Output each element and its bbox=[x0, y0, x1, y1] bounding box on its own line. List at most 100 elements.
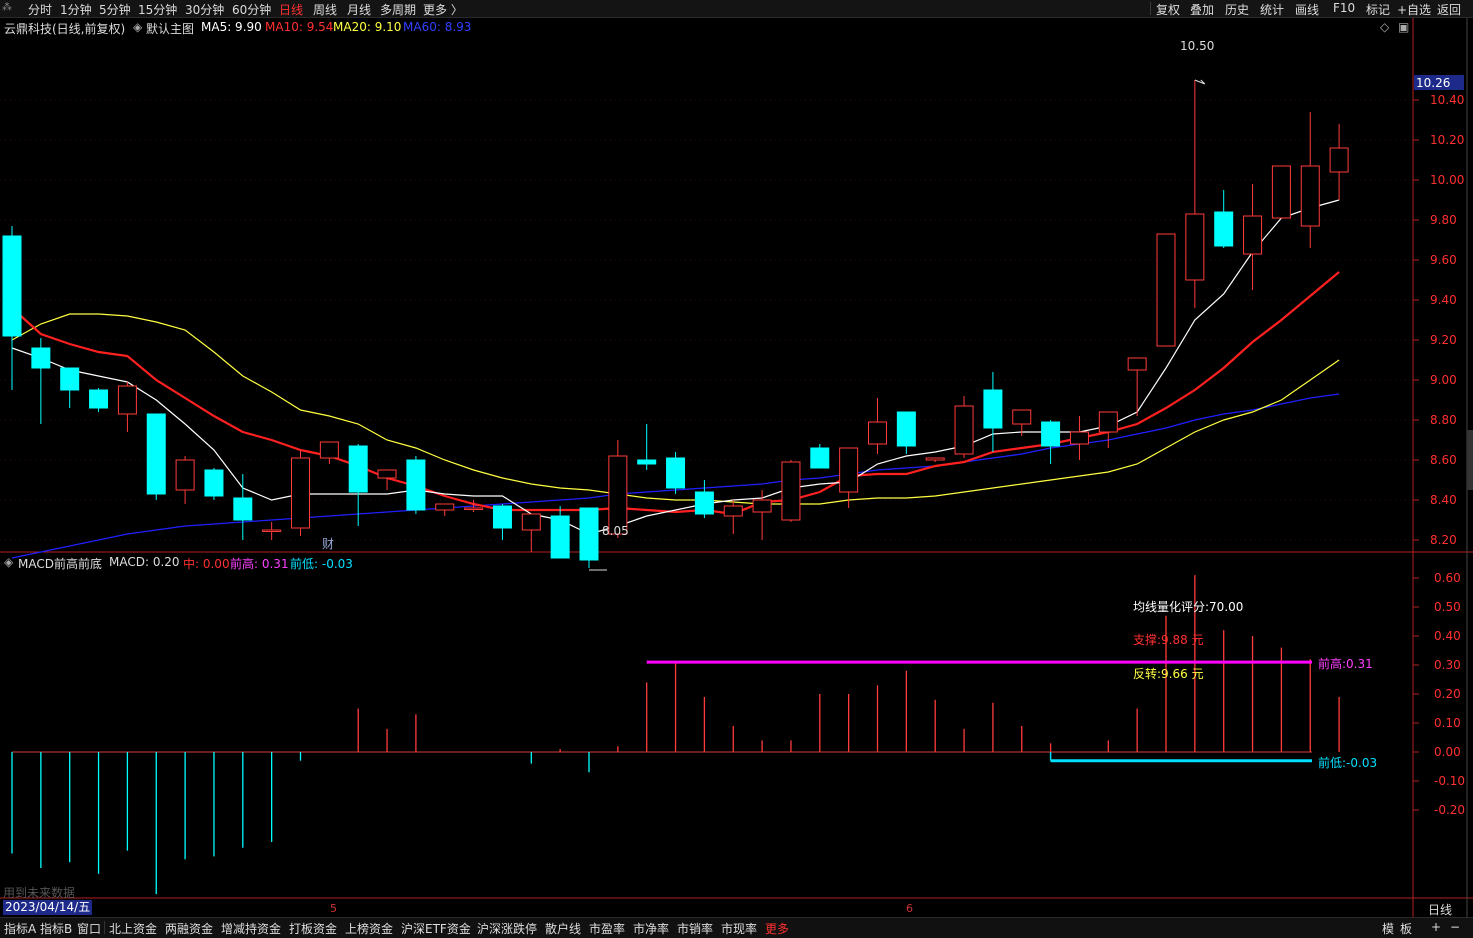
candle-up[interactable] bbox=[839, 447, 859, 493]
candle-down[interactable] bbox=[406, 459, 426, 511]
macd-ytick-label: 0.30 bbox=[1434, 658, 1461, 672]
macd-ytick-label: 0.10 bbox=[1434, 716, 1461, 730]
tab-indicator-b[interactable]: 指标B bbox=[40, 920, 72, 937]
template-button[interactable]: 模 bbox=[1382, 920, 1394, 937]
tab-indicator-a[interactable]: 指标A bbox=[4, 920, 36, 937]
macd-ytick-label: -0.10 bbox=[1434, 774, 1465, 788]
candle-down[interactable] bbox=[550, 515, 570, 559]
high-price-label: 10.50 bbox=[1180, 39, 1214, 53]
main-ytick-label: 10.40 bbox=[1430, 93, 1464, 107]
candle-up[interactable] bbox=[1243, 215, 1263, 255]
candle-down[interactable] bbox=[1041, 421, 1061, 447]
macd-ytick-label: 0.20 bbox=[1434, 687, 1461, 701]
candle-up[interactable] bbox=[1012, 409, 1032, 425]
candle-up[interactable] bbox=[464, 507, 484, 510]
candle-down[interactable] bbox=[492, 505, 512, 529]
candle-up[interactable] bbox=[723, 505, 743, 517]
tab-separator bbox=[104, 921, 105, 934]
current-price-label: 10.26 bbox=[1416, 76, 1450, 90]
tab-pb[interactable]: 市净率 bbox=[633, 920, 669, 937]
prev-high-label: 前高:0.31 bbox=[1318, 656, 1373, 671]
candle-up[interactable] bbox=[1329, 147, 1349, 173]
candle-down[interactable] bbox=[60, 367, 80, 391]
candle-up[interactable] bbox=[752, 499, 772, 513]
candle-down[interactable] bbox=[810, 447, 830, 469]
candle-up[interactable] bbox=[319, 441, 339, 459]
future-data-hint: 用到未来数据 bbox=[3, 886, 76, 900]
candle-down[interactable] bbox=[31, 347, 51, 369]
kline-chart[interactable]: 8.20 8.40 8.60 8.80 9.00 9.20 9.40 9.60 9.80 10.0… bbox=[0, 0, 1473, 917]
candle-up[interactable] bbox=[262, 529, 282, 532]
tab-pcf[interactable]: 市现率 bbox=[721, 920, 757, 937]
candle-down[interactable] bbox=[233, 497, 253, 521]
macd-ytick-label: 0.60 bbox=[1434, 571, 1461, 585]
tab-billboard[interactable]: 上榜资金 bbox=[345, 920, 393, 937]
main-ytick-label: 8.20 bbox=[1430, 533, 1457, 547]
candle-up[interactable] bbox=[868, 421, 887, 445]
candle-down[interactable] bbox=[2, 235, 22, 337]
macd-ytick-label: -0.20 bbox=[1434, 803, 1465, 817]
score-label: 均线量化评分:70.00 bbox=[1133, 600, 1243, 614]
month-mark-5: 5 bbox=[330, 902, 337, 915]
main-ytick-label: 9.40 bbox=[1430, 293, 1457, 307]
candle-up[interactable] bbox=[608, 455, 628, 535]
tab-limit-funds[interactable]: 打板资金 bbox=[289, 920, 337, 937]
main-ytick-label: 9.60 bbox=[1430, 253, 1457, 267]
zoom-in-button[interactable]: + bbox=[1431, 920, 1441, 934]
candle-up[interactable] bbox=[175, 459, 195, 491]
tab-ps[interactable]: 市销率 bbox=[677, 920, 713, 937]
candle-down[interactable] bbox=[1214, 211, 1234, 247]
candle-up[interactable] bbox=[521, 513, 541, 531]
candle-up[interactable] bbox=[291, 457, 310, 529]
candle-down[interactable] bbox=[666, 457, 686, 489]
period-indicator[interactable]: 日线 bbox=[1428, 901, 1452, 918]
reversal-label: 反转:9.66 元 bbox=[1133, 666, 1204, 681]
main-ytick-label: 10.20 bbox=[1430, 133, 1464, 147]
candle-up[interactable] bbox=[1156, 233, 1176, 347]
candle-up[interactable] bbox=[925, 457, 945, 461]
tab-holding-change[interactable]: 增减持资金 bbox=[221, 920, 281, 937]
board-button[interactable]: 板 bbox=[1400, 920, 1412, 937]
candle-down[interactable] bbox=[637, 459, 657, 465]
current-date: 2023/04/14/五 bbox=[3, 900, 93, 915]
candle-down[interactable] bbox=[579, 507, 599, 561]
main-ytick-label: 10.00 bbox=[1430, 173, 1464, 187]
macd-ytick-label: 0.00 bbox=[1434, 745, 1461, 759]
tab-etf[interactable]: 沪深ETF资金 bbox=[401, 920, 471, 937]
candle-up[interactable] bbox=[781, 461, 801, 521]
candle-down[interactable] bbox=[146, 413, 166, 495]
tab-northbound[interactable]: 北上资金 bbox=[109, 920, 157, 937]
candle-up[interactable] bbox=[954, 405, 974, 455]
candle-up[interactable] bbox=[1185, 213, 1205, 281]
tab-pe[interactable]: 市盈率 bbox=[589, 920, 625, 937]
macd-ytick-label: 0.40 bbox=[1434, 629, 1461, 643]
tab-limit-updown[interactable]: 沪深涨跌停 bbox=[477, 920, 537, 937]
indicator-tab-bar: 指标A 指标B 窗口 北上资金 两融资金 增减持资金 打板资金 上榜资金 沪深E… bbox=[0, 917, 1473, 938]
candle-up[interactable] bbox=[377, 469, 397, 479]
main-ytick-label: 8.60 bbox=[1430, 453, 1457, 467]
candle-up[interactable] bbox=[1069, 431, 1089, 445]
tab-window[interactable]: 窗口 bbox=[77, 920, 101, 937]
tab-retail-line[interactable]: 散户线 bbox=[545, 920, 581, 937]
high-arrow-icon bbox=[1194, 79, 1206, 85]
candle-up[interactable] bbox=[1127, 357, 1147, 371]
support-label: 支撑:9.88 元 bbox=[1133, 632, 1204, 647]
candle-down[interactable] bbox=[204, 469, 224, 497]
low-price-label: 8.05 bbox=[602, 524, 629, 538]
month-mark-6: 6 bbox=[906, 902, 913, 915]
candle-down[interactable] bbox=[694, 491, 714, 515]
candle-down[interactable] bbox=[348, 445, 368, 493]
finance-marker[interactable]: 财 bbox=[322, 537, 334, 551]
tab-margin[interactable]: 两融资金 bbox=[165, 920, 213, 937]
zoom-out-button[interactable]: − bbox=[1450, 920, 1460, 934]
candle-down[interactable] bbox=[983, 389, 1003, 429]
candle-up[interactable] bbox=[1271, 165, 1291, 219]
candle-down[interactable] bbox=[89, 389, 109, 409]
candle-down[interactable] bbox=[896, 411, 916, 447]
candle-up[interactable] bbox=[1300, 165, 1320, 227]
candle-up[interactable] bbox=[1098, 411, 1118, 433]
candle-up[interactable] bbox=[117, 385, 137, 415]
candle-up[interactable] bbox=[435, 503, 455, 511]
main-ytick-label: 9.00 bbox=[1430, 373, 1457, 387]
tab-more[interactable]: 更多 bbox=[765, 920, 789, 937]
